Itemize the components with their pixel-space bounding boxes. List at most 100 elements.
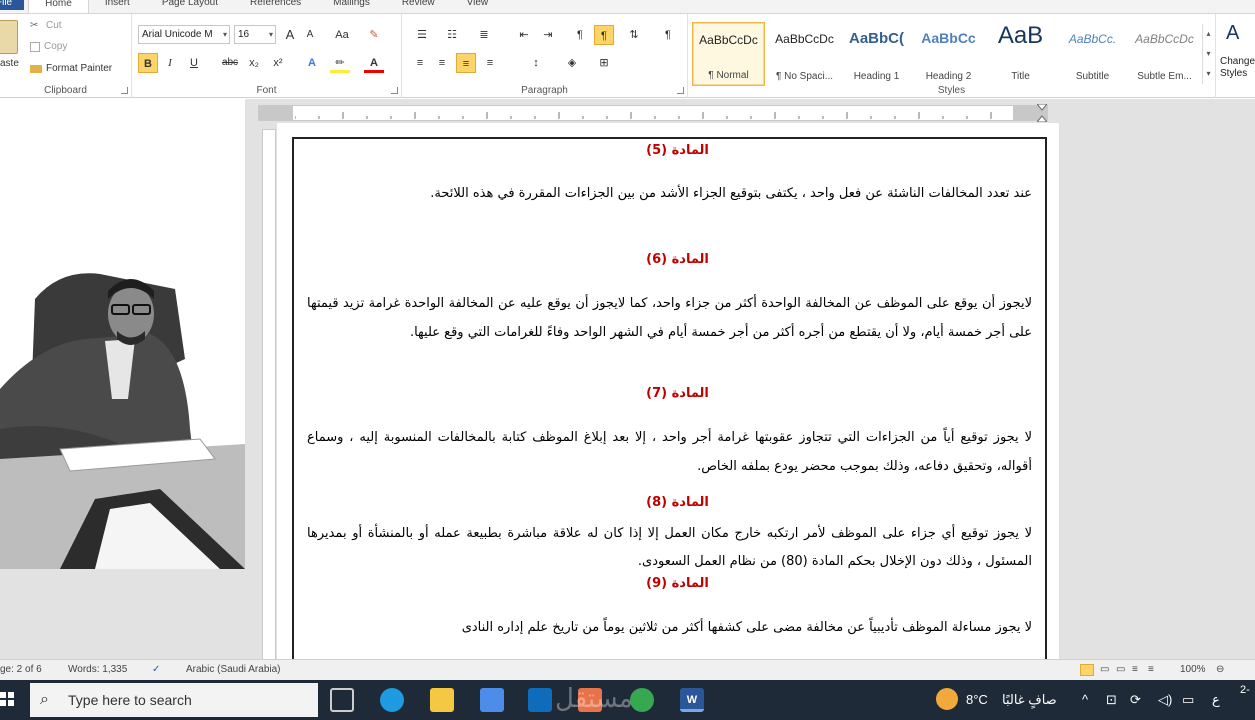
battery-icon[interactable]: ▭ xyxy=(1182,692,1194,708)
tab-insert[interactable]: Insert xyxy=(89,0,146,10)
align-center-icon[interactable]: ≡ xyxy=(432,53,452,73)
tab-file[interactable]: File xyxy=(0,0,25,10)
document-page[interactable]: المادة (5) عند تعدد المخالفات الناشئة عن… xyxy=(277,123,1059,659)
mail-icon[interactable] xyxy=(528,688,552,712)
shrink-font-button[interactable]: A xyxy=(300,25,320,45)
chrome-icon[interactable] xyxy=(630,688,654,712)
style-title[interactable]: AaB Title xyxy=(984,22,1057,86)
change-case-button[interactable]: Aa xyxy=(328,25,356,45)
sync-icon[interactable]: ⟳ xyxy=(1130,692,1141,708)
underline-button[interactable]: U xyxy=(184,53,204,73)
paintbrush-icon xyxy=(30,64,42,73)
outline-view-icon[interactable]: ≡ xyxy=(1132,664,1138,675)
grow-font-button[interactable]: A xyxy=(280,25,300,45)
store-icon[interactable] xyxy=(480,688,504,712)
font-launcher-icon[interactable] xyxy=(391,87,398,94)
article-heading: المادة (8) xyxy=(646,495,709,510)
format-painter-button[interactable]: Format Painter xyxy=(30,63,112,74)
print-layout-icon[interactable] xyxy=(1080,664,1094,676)
subscript-button[interactable]: x₂ xyxy=(244,53,264,73)
line-spacing-icon[interactable]: ↕ xyxy=(526,53,546,73)
style-normal[interactable]: AaBbCcDc ¶ Normal xyxy=(692,22,765,86)
copy-icon xyxy=(30,41,40,52)
align-left-icon[interactable]: ≡ xyxy=(410,53,430,73)
show-marks-button[interactable]: ¶ xyxy=(658,25,678,45)
clear-formatting-icon[interactable]: ✎ xyxy=(364,25,384,45)
style-subtitle[interactable]: AaBbCc. Subtitle xyxy=(1056,22,1129,86)
language-indicator[interactable]: Arabic (Saudi Arabia) xyxy=(186,664,281,675)
clipboard-launcher-icon[interactable] xyxy=(121,87,128,94)
word-count[interactable]: Words: 1,335 xyxy=(68,664,127,675)
copy-button[interactable]: Copy xyxy=(30,41,67,52)
windows-start-icon[interactable] xyxy=(0,692,14,706)
align-right-icon[interactable]: ≡ xyxy=(456,53,476,73)
font-size-value: 16 xyxy=(238,29,250,40)
style-subtle-emphasis[interactable]: AaBbCcDc Subtle Em... xyxy=(1128,22,1201,86)
font-name-box[interactable]: Arial Unicode M ▾ xyxy=(138,25,230,44)
borders-icon[interactable]: ⊞ xyxy=(594,53,614,73)
copy-label: Copy xyxy=(44,41,68,52)
vertical-ruler[interactable] xyxy=(262,129,276,659)
style-no-spacing[interactable]: AaBbCcDc ¶ No Spaci... xyxy=(768,22,841,86)
bold-button[interactable]: B xyxy=(138,53,158,73)
draft-view-icon[interactable]: ≡ xyxy=(1148,664,1154,675)
proofing-icon[interactable]: ✓ xyxy=(152,664,160,675)
rtl-direction-icon[interactable]: ¶ xyxy=(594,25,614,45)
italic-button[interactable]: I xyxy=(160,53,180,73)
font-color-icon[interactable]: A xyxy=(364,53,384,73)
multilevel-list-icon[interactable]: ≣ xyxy=(474,25,494,45)
tab-mailings[interactable]: Mailings xyxy=(317,0,386,10)
tab-page-layout[interactable]: Page Layout xyxy=(146,0,234,10)
weather-temperature[interactable]: 8°C xyxy=(966,692,988,707)
text-effects-icon[interactable]: A xyxy=(302,53,322,73)
word-app-icon[interactable]: W xyxy=(680,688,704,712)
decrease-indent-icon[interactable]: ⇤ xyxy=(514,25,534,45)
taskbar-search-box[interactable]: ⌕ Type here to search xyxy=(30,683,318,717)
style-heading-1[interactable]: AaBbC( Heading 1 xyxy=(840,22,913,86)
strikethrough-button[interactable]: abc xyxy=(218,53,242,73)
ltr-direction-icon[interactable]: ¶ xyxy=(570,25,590,45)
superscript-button[interactable]: x² xyxy=(268,53,288,73)
reading-view-icon[interactable]: ▭ xyxy=(1100,664,1109,675)
change-styles-button[interactable]: A Change Styles xyxy=(1218,22,1255,94)
style-heading-2[interactable]: AaBbCc Heading 2 xyxy=(912,22,985,86)
numbering-icon[interactable]: ☷ xyxy=(442,25,462,45)
page-count[interactable]: ge: 2 of 6 xyxy=(0,664,42,675)
input-language[interactable]: ع xyxy=(1212,692,1220,708)
style-sample: AaBbCc. xyxy=(1068,32,1117,46)
highlight-icon[interactable]: ✏ xyxy=(330,53,350,73)
font-size-box[interactable]: 16 ▾ xyxy=(234,25,276,44)
sort-icon[interactable]: ⇅ xyxy=(624,25,644,45)
weather-icon[interactable] xyxy=(936,688,958,710)
volume-icon[interactable]: ◁) xyxy=(1158,692,1172,708)
justify-icon[interactable]: ≡ xyxy=(480,53,500,73)
zoom-level[interactable]: 100% xyxy=(1180,664,1206,675)
cut-button[interactable]: ✂ Cut xyxy=(30,20,62,31)
tab-view[interactable]: View xyxy=(451,0,505,10)
web-layout-icon[interactable]: ▭ xyxy=(1116,664,1125,675)
chevron-up-icon[interactable]: ^ xyxy=(1082,692,1088,707)
zoom-out-icon[interactable]: ⊖ xyxy=(1216,664,1224,675)
edge-browser-icon[interactable] xyxy=(380,688,404,712)
paragraph-launcher-icon[interactable] xyxy=(677,87,684,94)
bullets-icon[interactable]: ☰ xyxy=(412,25,432,45)
increase-indent-icon[interactable]: ⇥ xyxy=(538,25,558,45)
tab-review[interactable]: Review xyxy=(386,0,451,10)
shading-icon[interactable]: ◈ xyxy=(562,53,582,73)
chevron-down-icon: ▾ xyxy=(268,30,273,39)
horizontal-ruler[interactable] xyxy=(258,103,1049,123)
ruler-indent-marker-icon[interactable] xyxy=(1035,103,1049,123)
tab-references[interactable]: References xyxy=(234,0,317,10)
task-view-icon[interactable] xyxy=(330,688,354,712)
style-name: Title xyxy=(1011,71,1030,82)
style-name: Heading 2 xyxy=(925,71,972,82)
network-icon[interactable]: ⊡ xyxy=(1106,692,1117,708)
weather-condition[interactable]: صافٍ غالبًا xyxy=(1002,692,1057,708)
paste-button[interactable]: aste xyxy=(0,58,19,69)
document-workspace: المادة (5) عند تعدد المخالفات الناشئة عن… xyxy=(0,99,1255,659)
clock[interactable]: 2- xyxy=(1240,684,1250,696)
tab-home[interactable]: Home xyxy=(28,0,89,13)
styles-scroll[interactable]: ▴ ▾ ▾ xyxy=(1202,24,1214,84)
paste-icon[interactable] xyxy=(0,20,18,54)
file-explorer-icon[interactable] xyxy=(430,688,454,712)
